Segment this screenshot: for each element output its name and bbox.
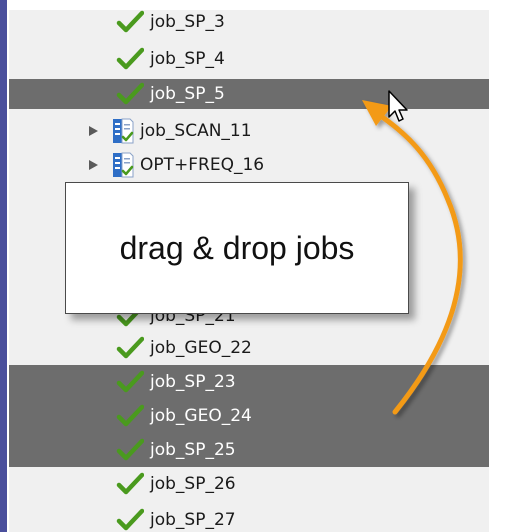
tree-item-label: job_SP_23 [150, 372, 236, 392]
tree-item-job-geo-22[interactable]: job_GEO_22 [9, 333, 489, 363]
checkmark-icon [116, 472, 144, 495]
checkmark-icon [116, 508, 144, 531]
tree-item-label: job_SP_4 [150, 49, 225, 69]
expand-arrow-icon[interactable] [86, 158, 100, 172]
tree-item-label: job_SP_27 [150, 510, 236, 530]
tree-item-label: job_SP_5 [150, 84, 225, 104]
checkmark-icon [116, 336, 144, 359]
tree-item-job-sp-4[interactable]: job_SP_4 [9, 44, 489, 74]
checkmark-icon [116, 82, 144, 105]
checkmark-icon [116, 438, 144, 461]
tree-item-label: job_GEO_24 [150, 406, 252, 426]
tree-item-opt-freq-16[interactable]: OPT+FREQ_16 [9, 150, 489, 180]
tree-item-job-geo-24[interactable]: job_GEO_24 [9, 399, 489, 433]
tree-item-job-sp-23[interactable]: job_SP_23 [9, 365, 489, 399]
tree-item-job-sp-5[interactable]: job_SP_5 [9, 79, 489, 109]
tree-item-label: job_GEO_22 [150, 338, 252, 358]
callout-text: drag & drop jobs [119, 229, 355, 266]
tree-item-label: job_SP_26 [150, 474, 236, 494]
expand-arrow-icon[interactable] [86, 124, 100, 138]
tree-item-job-sp-3[interactable]: job_SP_3 [9, 10, 489, 37]
checkmark-icon [116, 47, 144, 70]
tree-item-job-scan-11[interactable]: job_SCAN_11 [9, 116, 489, 146]
tree-item-job-sp-26[interactable]: job_SP_26 [9, 469, 489, 499]
tree-item-label: job_SP_25 [150, 440, 236, 460]
tree-item-job-sp-25[interactable]: job_SP_25 [9, 433, 489, 467]
drag-drop-callout: drag & drop jobs [65, 182, 409, 314]
window-top-margin [9, 0, 513, 10]
tree-item-job-sp-27[interactable]: job_SP_27 [9, 505, 489, 532]
window-left-border [0, 0, 7, 532]
tree-item-label: job_SP_3 [150, 12, 225, 32]
checkmark-icon [116, 10, 144, 33]
checkmark-icon [116, 404, 144, 427]
job-document-icon [113, 152, 134, 178]
tree-item-label: OPT+FREQ_16 [140, 155, 265, 175]
tree-item-label: job_SCAN_11 [140, 121, 252, 141]
checkmark-icon [116, 370, 144, 393]
job-document-icon [113, 118, 134, 144]
